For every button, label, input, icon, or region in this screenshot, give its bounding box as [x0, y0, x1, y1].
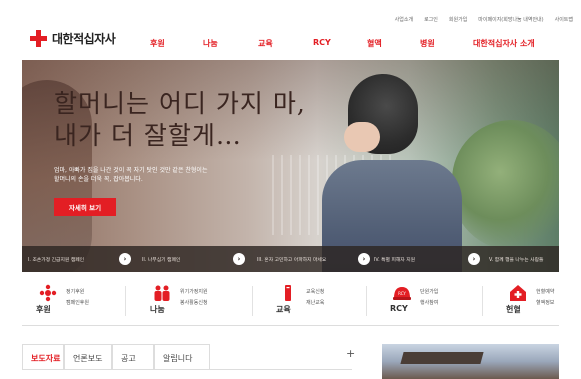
quick-link[interactable]: 단원가입	[420, 287, 438, 298]
more-plus-button[interactable]: +	[346, 347, 355, 360]
campaign-item-5[interactable]: V. 함께 행을 나누는 사람들	[489, 246, 543, 272]
campaign-label: V. 함께 행을 나누는 사람들	[489, 257, 544, 263]
divider	[482, 286, 483, 316]
nav-blood[interactable]: 혈액	[367, 38, 382, 49]
util-link-mypage[interactable]: 마이페이지(희망나눔 내역안내)	[478, 16, 543, 23]
campaign-label: I. 조손가정 긴급지원 캠페인	[28, 257, 85, 263]
news-tabs: 보도자료 언론보도 공고 알립니다	[22, 344, 352, 370]
campaign-item-3[interactable]: III. 혼자 고민하고 아파하지 마세요	[257, 246, 326, 272]
svg-text:RCY: RCY	[398, 291, 406, 296]
chevron-right-icon[interactable]: ›	[358, 253, 370, 265]
hero-headline-line-1: 할머니는 어디 가지 마,	[54, 89, 306, 118]
util-link-login[interactable]: 로그인	[424, 16, 438, 23]
campaign-label: IV. 특별 피해자 지원	[374, 257, 416, 263]
chevron-right-icon[interactable]: ›	[468, 253, 480, 265]
util-link-sitemap[interactable]: 사이트맵	[555, 16, 573, 23]
nav-rcy[interactable]: RCY	[313, 38, 331, 47]
hero-image-child-face	[344, 122, 380, 152]
news-thumbnail-image[interactable]	[382, 344, 559, 379]
campaign-label: II. 나무심기 캠페인	[142, 257, 181, 263]
hero-more-button[interactable]: 자세히 보기	[54, 198, 116, 216]
divider	[22, 369, 352, 370]
quick-link[interactable]: 재난교육	[306, 298, 324, 309]
site-header: 사업소개 로그인 회원가입 마이페이지(희망나눔 내역안내) 사이트맵 대한적십…	[0, 0, 581, 60]
hero-subcopy-line-1: 엄마, 아빠가 집을 나간 것이 꼭 자기 탓인 것만 같은 찬형이는	[54, 167, 208, 174]
chevron-right-icon[interactable]: ›	[119, 253, 131, 265]
tab-media-coverage[interactable]: 언론보도	[64, 344, 112, 370]
campaign-item-2[interactable]: II. 나무심기 캠페인	[142, 246, 180, 272]
quick-item-title: 교육	[276, 305, 291, 314]
quick-item-title: 후원	[36, 305, 51, 314]
nav-donation[interactable]: 후원	[150, 38, 165, 49]
hero-subcopy-line-2: 할머니의 손을 더욱 꼭, 잡아봅니다.	[54, 176, 143, 183]
quick-link[interactable]: 헌혈예약	[536, 287, 554, 298]
quick-menu: 후원 정기후원 캠페인후원 나눔 위기가정지원 봉사활동신청 교육 교육신청 재…	[22, 276, 559, 326]
tab-press-release[interactable]: 보도자료	[22, 344, 64, 370]
chevron-right-icon[interactable]: ›	[233, 253, 245, 265]
quick-link[interactable]: 캠페인후원	[66, 298, 89, 309]
tab-notice[interactable]: 공고	[112, 344, 154, 370]
campaign-bar: I. 조손가정 긴급지원 캠페인 › II. 나무심기 캠페인 › III. 혼…	[22, 246, 559, 272]
util-link-about[interactable]: 사업소개	[395, 16, 413, 23]
utility-links: 사업소개 로그인 회원가입 마이페이지(희망나눔 내역안내) 사이트맵	[395, 16, 573, 23]
hero-headline-line-2: 내가 더 잘할게…	[54, 121, 242, 150]
quick-link[interactable]: 정기후원	[66, 287, 89, 298]
hero-headline: 할머니는 어디 가지 마, 내가 더 잘할게…	[54, 88, 306, 152]
page: 사업소개 로그인 회원가입 마이페이지(희망나눔 내역안내) 사이트맵 대한적십…	[0, 0, 581, 379]
blood-icon	[510, 285, 526, 301]
hero-subcopy: 엄마, 아빠가 집을 나간 것이 꼭 자기 탓인 것만 같은 찬형이는 할머니의…	[54, 166, 207, 184]
hero-banner: 할머니는 어디 가지 마, 내가 더 잘할게… 엄마, 아빠가 집을 나간 것이…	[22, 60, 559, 272]
nav-about[interactable]: 대한적십자사 소개	[473, 38, 535, 49]
divider	[125, 286, 126, 316]
quick-link[interactable]: 봉사활동신청	[180, 298, 208, 309]
quick-link[interactable]: 교육신청	[306, 287, 324, 298]
campaign-item-1[interactable]: I. 조손가정 긴급지원 캠페인	[28, 246, 84, 272]
quick-item-title: RCY	[390, 304, 408, 313]
rcy-icon: RCY	[393, 287, 411, 300]
donation-icon	[39, 284, 57, 302]
divider	[252, 286, 253, 316]
util-link-signup[interactable]: 회원가입	[449, 16, 467, 23]
nav-sharing[interactable]: 나눔	[203, 38, 218, 49]
main-navigation: 후원 나눔 교육 RCY 혈액 병원 대한적십자사 소개	[0, 38, 581, 52]
campaign-label: III. 혼자 고민하고 아파하지 마세요	[257, 257, 327, 263]
nav-hospital[interactable]: 병원	[420, 38, 435, 49]
divider	[366, 286, 367, 316]
tab-announcements[interactable]: 알립니다	[154, 344, 210, 370]
campaign-item-4[interactable]: IV. 특별 피해자 지원	[374, 246, 415, 272]
quick-item-title: 나눔	[150, 305, 165, 314]
quick-link[interactable]: 혈액정보	[536, 298, 554, 309]
sharing-icon	[154, 285, 170, 301]
quick-link[interactable]: 위기가정지원	[180, 287, 208, 298]
quick-link[interactable]: 행사참여	[420, 298, 438, 309]
nav-education[interactable]: 교육	[258, 38, 273, 49]
education-icon	[285, 285, 291, 301]
quick-item-title: 헌혈	[506, 305, 521, 314]
